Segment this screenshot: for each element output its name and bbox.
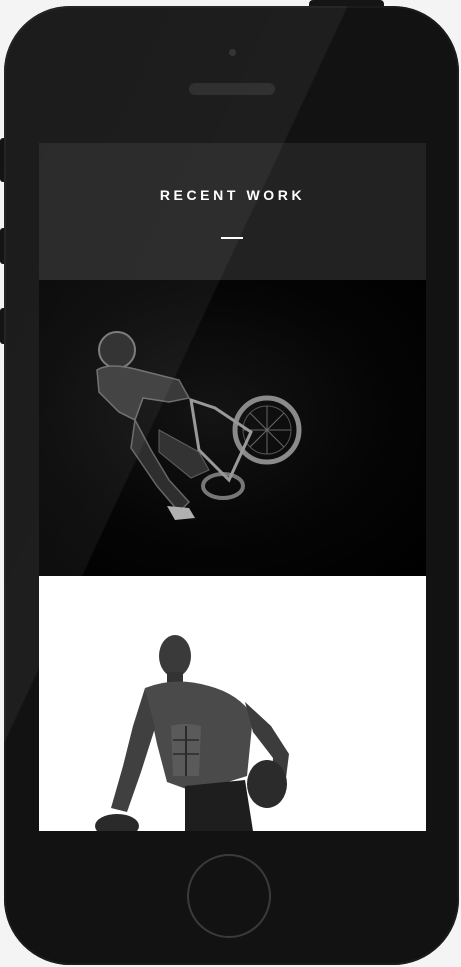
phone-body: RECENT WORK [4,6,459,965]
phone-screen: RECENT WORK [39,143,426,831]
bodybuilder-photo [95,635,289,831]
earpiece-speaker [189,83,275,95]
front-camera [229,49,236,56]
portfolio-item-bmx[interactable] [39,280,426,576]
title-divider [221,237,243,239]
bmx-rider-photo [96,331,302,520]
device-mockup: RECENT WORK [0,0,461,967]
section-header: RECENT WORK [39,143,426,280]
portfolio-item-fitness[interactable] [39,576,426,831]
home-button[interactable] [187,854,271,938]
section-title: RECENT WORK [159,187,306,203]
